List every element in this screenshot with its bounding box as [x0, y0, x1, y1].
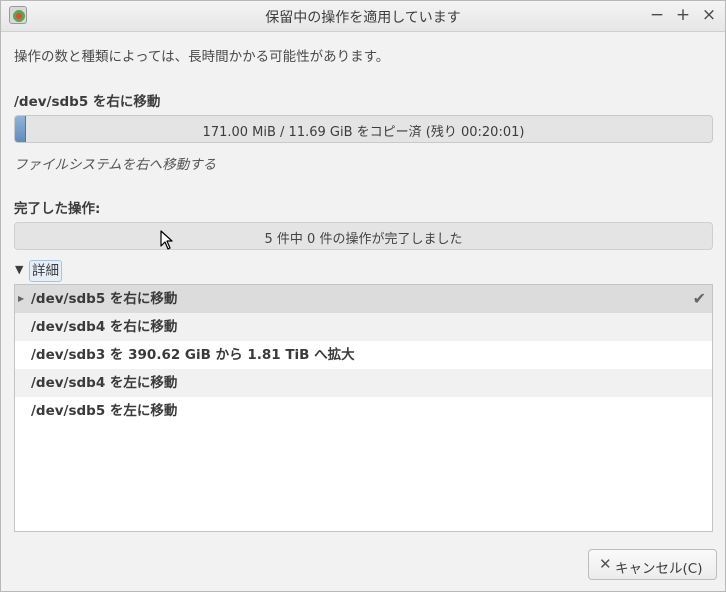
title-bar[interactable]: 保留中の操作を適用しています − + × [1, 1, 725, 32]
info-text: 操作の数と種類によっては、長時間かかる可能性があります。 [14, 49, 390, 65]
dialog-window: 保留中の操作を適用しています − + × 操作の数と種類によっては、長時間かかる… [0, 0, 726, 592]
checkmark-icon: ✔ [692, 289, 706, 308]
list-item[interactable]: /dev/sdb4 を右に移動 [15, 313, 712, 341]
operation-label: /dev/sdb5 を左に移動 [31, 403, 178, 419]
list-item[interactable]: /dev/sdb3 を 390.62 GiB から 1.81 TiB へ拡大 [15, 341, 712, 369]
window-title: 保留中の操作を適用しています [265, 10, 461, 26]
operation-label: /dev/sdb4 を右に移動 [31, 319, 178, 335]
list-item[interactable]: /dev/sdb4 を左に移動 [15, 369, 712, 397]
operation-label: /dev/sdb3 を 390.62 GiB から 1.81 TiB へ拡大 [31, 347, 355, 363]
operation-label: /dev/sdb4 を左に移動 [31, 375, 178, 391]
mouse-cursor-icon [160, 230, 173, 250]
expander-triangle-icon[interactable]: ▼ [15, 263, 23, 276]
maximize-button[interactable]: + [672, 4, 694, 26]
progress-text: 171.00 MiB / 11.69 GiB をコピー済 (残り 00:20:0… [202, 125, 525, 140]
current-operation-title: /dev/sdb5 を右に移動 [14, 94, 161, 110]
list-item[interactable]: ▶ /dev/sdb5 を右に移動 ✔ [15, 285, 712, 313]
close-window-button[interactable]: × [698, 4, 720, 26]
details-label[interactable]: 詳細 [29, 260, 62, 282]
sub-status-text: ファイルシステムを右へ移動する [14, 157, 217, 173]
completed-progress-text: 5 件中 0 件の操作が完了しました [264, 232, 463, 247]
expand-arrow-icon[interactable]: ▶ [18, 285, 24, 313]
close-icon: ✕ [599, 555, 612, 573]
list-item[interactable]: /dev/sdb5 を左に移動 [15, 397, 712, 425]
cancel-label: キャンセル(C) [615, 561, 703, 577]
completed-operations-title: 完了した操作: [14, 201, 101, 217]
minimize-button[interactable]: − [646, 4, 668, 26]
current-operation-progress: 171.00 MiB / 11.69 GiB をコピー済 (残り 00:20:0… [14, 115, 713, 143]
cancel-button[interactable]: ✕ キャンセル(C) [588, 549, 717, 580]
operation-label: /dev/sdb5 を右に移動 [31, 291, 178, 307]
completed-operations-progress: 5 件中 0 件の操作が完了しました [14, 222, 713, 250]
operations-list[interactable]: ▶ /dev/sdb5 を右に移動 ✔ /dev/sdb4 を右に移動 /dev… [14, 284, 713, 532]
